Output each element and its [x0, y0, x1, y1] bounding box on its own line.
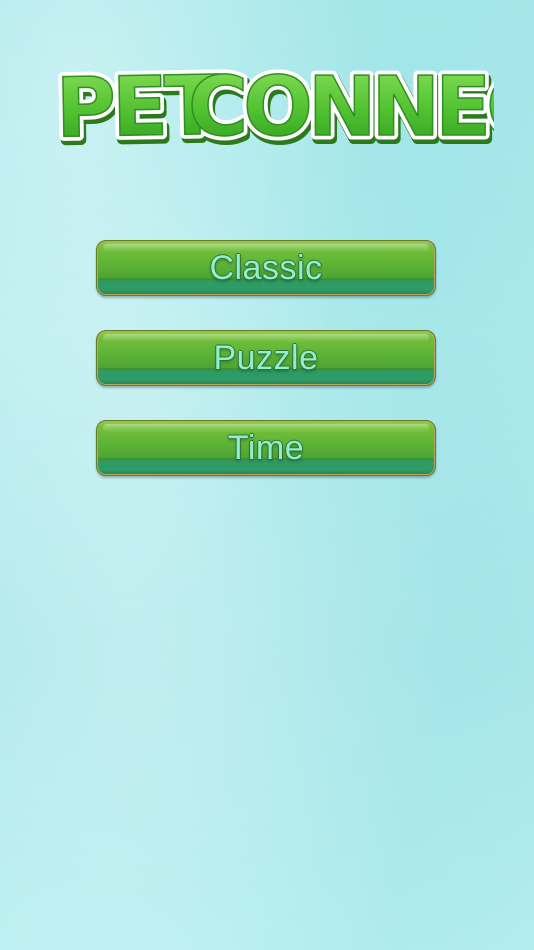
- puzzle-mode-label: Puzzle: [213, 339, 319, 377]
- classic-mode-button[interactable]: Classic: [96, 240, 436, 296]
- classic-mode-label: Classic: [209, 249, 323, 287]
- game-logo: PET CONNECT PET CONNECT PET CONNECT: [40, 55, 494, 155]
- time-mode-button[interactable]: Time: [96, 420, 436, 476]
- game-logo-art: PET CONNECT PET CONNECT PET CONNECT: [51, 55, 494, 155]
- puzzle-mode-button[interactable]: Puzzle: [96, 330, 436, 386]
- time-mode-label: Time: [227, 429, 305, 467]
- logo-word-connect: CONNECT: [188, 60, 494, 155]
- main-menu: Classic Puzzle Time: [96, 240, 436, 510]
